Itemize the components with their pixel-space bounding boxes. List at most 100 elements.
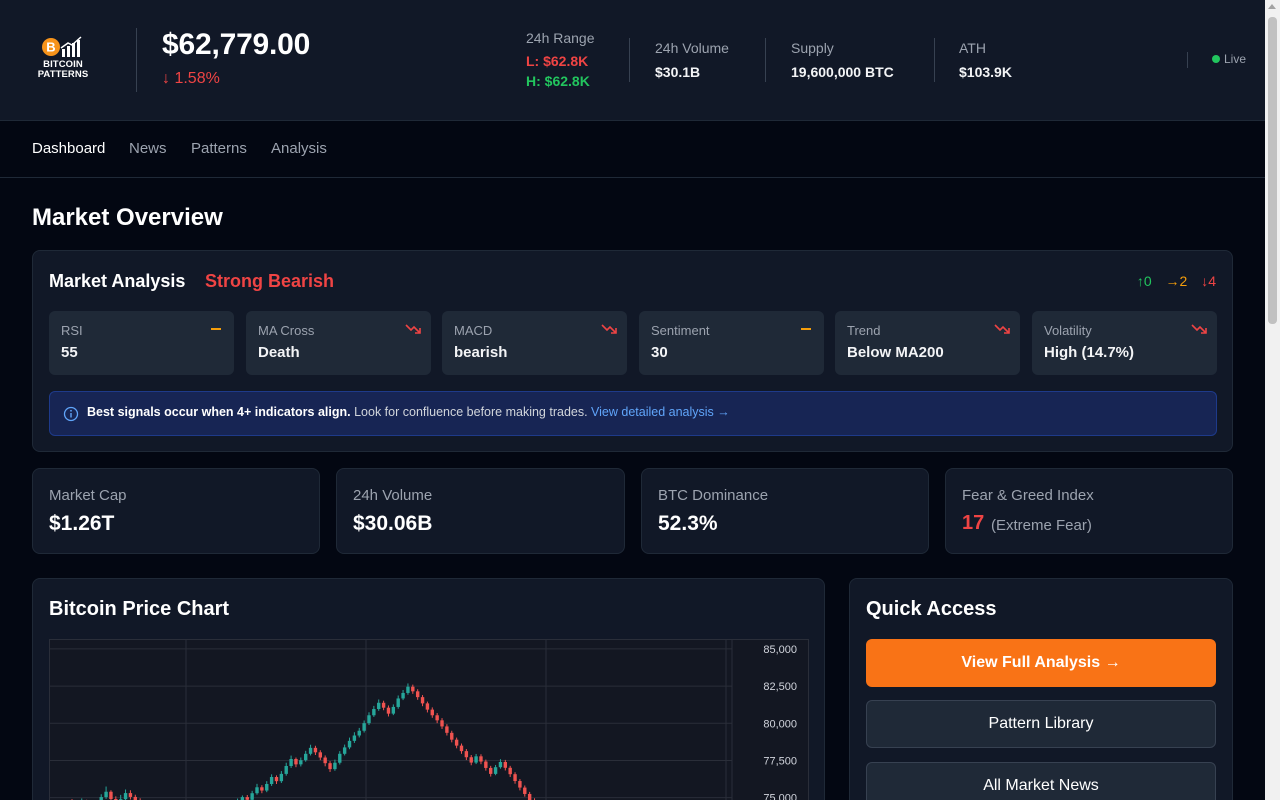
candle-body [303,753,308,761]
bearish-count: ↓4 [1201,273,1216,289]
neutral-count: →2 [1165,273,1188,289]
stat-value: $1.26T [49,512,115,535]
candle-body [386,707,391,714]
range-label: 24h Range [526,30,595,46]
candle-body [377,702,381,710]
trend-down-icon [1191,324,1207,334]
candle-body [498,761,503,768]
bitcoin-chart-logo-icon: B [42,36,82,57]
market-analysis-title: Market Analysis [49,271,186,291]
candle-body [123,793,128,800]
top-header: B BITCOIN PATTERNS $62,779.00 ↓ 1.58% 24… [0,0,1265,121]
ath-value: $103.9K [959,64,1012,80]
indicator-volatility: Volatility High (14.7%) [1032,311,1217,375]
nav-patterns[interactable]: Patterns [191,140,247,157]
candle-body [435,715,439,721]
candle-body [454,739,459,746]
candle-body [265,784,269,791]
view-full-analysis-button[interactable]: View Full Analysis → [866,639,1216,687]
indicator-value: Death [258,344,300,361]
scroll-up-arrow-icon[interactable] [1268,4,1276,9]
candle-body [411,686,415,692]
scroll-thumb[interactable] [1268,17,1277,324]
candle-body [508,767,512,775]
candle-body [104,791,108,798]
candle-body [415,691,420,698]
candle-body [323,757,327,764]
quick-access-title: Quick Access [866,598,997,620]
indicator-ma-cross: MA Cross Death [246,311,431,375]
candle-body [430,709,434,716]
indicator-value: bearish [454,344,508,361]
price-chart-title: Bitcoin Price Chart [49,598,230,620]
candle-body [381,702,386,708]
divider [765,38,766,82]
price-chart-card: Bitcoin Price Chart 85,000 82,500 80,000 77… [32,578,825,800]
stat-label: 24h Volume [353,487,433,504]
candle-body [401,692,405,699]
candle-body [274,777,279,782]
volume-label: 24h Volume [655,40,729,56]
y-tick-label: 77,500 [763,755,797,767]
candle-body [357,730,361,736]
candle-body [269,777,274,784]
all-market-news-button[interactable]: All Market News [866,762,1216,800]
candle-body [289,759,293,766]
trend-down-icon [601,324,617,334]
stat-card-volume: 24h Volume $30.06B [336,468,625,554]
nav-news[interactable]: News [129,140,167,157]
candle-body [440,720,444,727]
divider [1187,52,1188,68]
candle-body [294,759,298,765]
fear-greed-classification: (Extreme Fear) [991,517,1092,534]
y-tick-label: 82,500 [763,681,797,693]
divider [629,38,630,82]
range-low: L: $62.8K [526,53,589,69]
indicator-value: High (14.7%) [1044,344,1135,361]
indicator-value: 30 [651,344,668,361]
candle-body [484,761,488,768]
candle-body [279,773,284,782]
info-body-text: Look for confluence before making trades… [350,405,592,419]
info-bold-text: Best signals occur when 4+ indicators al… [87,405,351,419]
ath-label: ATH [959,40,986,56]
candle-body [299,760,303,765]
candlestick-chart-svg[interactable]: 85,000 82,500 80,000 77,500 75,000 [50,640,809,800]
candle-body [260,787,264,791]
nav-analysis[interactable]: Analysis [271,140,327,157]
range-high: H: $62.8K [526,73,590,89]
info-text: Best signals occur when 4+ indicators al… [87,405,730,419]
nav-dashboard[interactable]: Dashboard [32,140,105,157]
pattern-library-button[interactable]: Pattern Library [866,700,1216,748]
candle-body [396,698,400,707]
candle-body [489,767,493,774]
candlestick-chart[interactable]: 85,000 82,500 80,000 77,500 75,000 [49,639,809,800]
candle-body [318,752,323,758]
stat-value: $30.06B [353,512,433,535]
supply-label: Supply [791,40,834,56]
bitcoin-patterns-logo[interactable]: B BITCOIN PATTERNS [37,36,89,82]
view-detailed-analysis-link[interactable]: View detailed analysis → [591,405,730,419]
candle-body [367,715,371,724]
info-icon [63,406,79,422]
signal-info-banner: Best signals occur when 4+ indicators al… [49,391,1217,436]
candle-body [313,747,318,753]
indicator-label: Volatility [1044,323,1092,338]
candle-body [308,747,313,754]
candle-body [362,723,366,731]
y-tick-label: 80,000 [763,718,797,730]
candle-body [128,793,133,797]
candle-body [372,709,376,716]
indicator-macd: MACD bearish [442,311,627,375]
trend-down-icon [405,324,421,334]
candle-body [109,791,113,800]
stat-label: Market Cap [49,487,127,504]
stat-label: BTC Dominance [658,487,769,504]
indicator-label: Sentiment [651,323,710,338]
candle-body [479,756,483,762]
page-scrollbar[interactable] [1265,0,1280,800]
indicator-label: MA Cross [258,323,315,338]
candle-body [284,766,288,774]
candle-body [420,697,425,704]
candle-body [338,753,342,763]
